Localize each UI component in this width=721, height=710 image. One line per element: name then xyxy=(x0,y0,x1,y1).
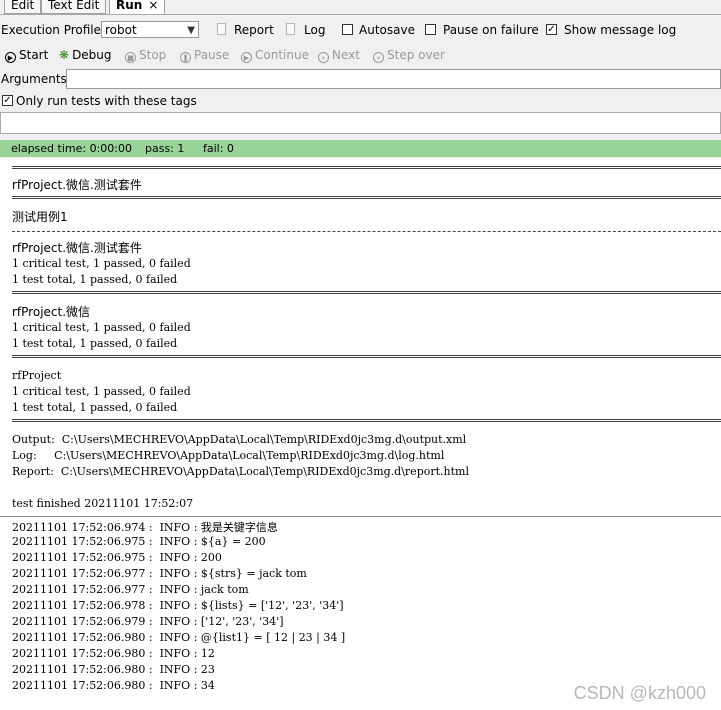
wx-critical: 1 critical test, 1 passed, 0 failed xyxy=(12,321,191,334)
output-path: Output: C:\Users\MECHREVO\AppData\Local\… xyxy=(12,433,467,446)
bug-icon: ❋ xyxy=(59,48,70,62)
log-line: 20211101 17:52:06.979 : INFO : ['12', '2… xyxy=(12,615,284,628)
run-options-toolbar: Execution Profile: robot ▼ Report Log Au… xyxy=(0,17,721,43)
suite-title: rfProject.微信.测试套件 xyxy=(12,178,142,192)
autosave-label: Autosave xyxy=(359,23,415,37)
project-critical: 1 critical test, 1 passed, 0 failed xyxy=(12,385,191,398)
project-name: rfProject xyxy=(12,369,62,382)
log-line: 20211101 17:52:06.980 : INFO : 23 xyxy=(12,663,215,676)
arguments-input[interactable] xyxy=(66,69,721,89)
chevron-down-icon: ▼ xyxy=(187,25,195,36)
run-status-bar: elapsed time: 0:00:00 pass: 1 fail: 0 xyxy=(0,140,721,157)
project-total: 1 test total, 1 passed, 0 failed xyxy=(12,401,178,414)
pause-button[interactable]: ❚ Pause xyxy=(180,48,229,63)
start-button[interactable]: ▶ Start xyxy=(5,48,48,63)
execution-profile-value: robot xyxy=(105,23,137,37)
separator xyxy=(12,166,721,169)
pass-count: pass: 1 xyxy=(145,142,185,155)
separator xyxy=(12,196,721,199)
pause-on-failure-label: Pause on failure xyxy=(443,23,539,37)
suite-critical: 1 critical test, 1 passed, 0 failed xyxy=(12,257,191,270)
only-tags-row: ✓ Only run tests with these tags xyxy=(0,93,721,109)
wx-suite-name: rfProject.微信 xyxy=(12,305,91,319)
play-icon: ▶ xyxy=(5,52,16,63)
log-doc-icon xyxy=(286,23,295,35)
watermark: CSDN @kzh000 xyxy=(573,683,706,703)
console-output[interactable]: rfProject.微信.测试套件 测试用例1 rfProject.微信.测试套… xyxy=(0,158,721,517)
separator xyxy=(12,419,721,422)
pause-icon: ❚ xyxy=(180,52,191,63)
continue-icon: ▶ xyxy=(241,52,252,63)
test-finished: test finished 20211101 17:52:07 xyxy=(12,497,194,510)
continue-button[interactable]: ▶ Continue xyxy=(241,48,309,63)
arguments-label: Arguments: xyxy=(1,72,71,86)
log-line: 20211101 17:52:06.977 : INFO : ${strs} =… xyxy=(12,567,307,580)
show-message-log-checkbox[interactable]: ✓ xyxy=(546,24,557,35)
pause-on-failure-checkbox[interactable] xyxy=(425,24,436,35)
report-button[interactable]: Report xyxy=(234,23,274,37)
tab-run[interactable]: Run × xyxy=(109,0,166,14)
tags-input[interactable] xyxy=(0,112,721,134)
log-line: 20211101 17:52:06.977 : INFO : jack tom xyxy=(12,583,249,596)
separator xyxy=(12,291,721,294)
log-path: Log: C:\Users\MECHREVO\AppData\Local\Tem… xyxy=(12,449,445,462)
wx-total: 1 test total, 1 passed, 0 failed xyxy=(12,337,178,350)
next-icon: » xyxy=(318,52,329,63)
log-line: 20211101 17:52:06.974 : INFO : 我是关键字信息 xyxy=(12,521,278,534)
log-line: 20211101 17:52:06.980 : INFO : 34 xyxy=(12,679,215,692)
show-message-log-label: Show message log xyxy=(564,23,677,37)
testcase-name: 测试用例1 xyxy=(12,210,68,224)
log-button[interactable]: Log xyxy=(304,23,325,37)
execution-profile-label: Execution Profile: xyxy=(1,23,106,37)
separator xyxy=(12,231,721,232)
log-line: 20211101 17:52:06.975 : INFO : ${a} = 20… xyxy=(12,535,266,548)
close-tab-icon[interactable]: × xyxy=(148,0,158,12)
only-run-tagged-label: Only run tests with these tags xyxy=(16,94,197,108)
run-controls-toolbar: ▶ Start ❋ Debug ■ Stop ❚ Pause ▶ Continue » Ne… xyxy=(0,44,721,66)
suite-total: 1 test total, 1 passed, 0 failed xyxy=(12,273,178,286)
stop-button[interactable]: ■ Stop xyxy=(125,48,166,63)
arguments-row: Arguments: xyxy=(0,68,721,90)
fail-count: fail: 0 xyxy=(203,142,234,155)
log-line: 20211101 17:52:06.980 : INFO : @{list1} … xyxy=(12,631,346,644)
elapsed-time: elapsed time: 0:00:00 xyxy=(11,142,132,155)
step-over-icon: » xyxy=(373,52,384,63)
message-log[interactable]: 20211101 17:52:06.974 : INFO : 我是关键字信息 2… xyxy=(0,517,721,710)
next-button[interactable]: » Next xyxy=(318,48,360,63)
separator xyxy=(12,355,721,358)
report-doc-icon xyxy=(217,23,226,35)
log-line: 20211101 17:52:06.975 : INFO : 200 xyxy=(12,551,222,564)
report-path: Report: C:\Users\MECHREVO\AppData\Local\… xyxy=(12,465,469,478)
autosave-checkbox[interactable] xyxy=(342,24,353,35)
stop-icon: ■ xyxy=(125,52,136,63)
execution-profile-select[interactable]: robot ▼ xyxy=(101,21,199,38)
debug-button[interactable]: ❋ Debug xyxy=(59,48,112,62)
tab-bar: Edit Text Edit Run × xyxy=(0,0,721,15)
tab-text-edit[interactable]: Text Edit xyxy=(41,0,107,14)
only-run-tagged-checkbox[interactable]: ✓ xyxy=(2,95,13,106)
log-line: 20211101 17:52:06.978 : INFO : ${lists} … xyxy=(12,599,344,612)
step-over-button[interactable]: » Step over xyxy=(373,48,445,63)
tab-edit[interactable]: Edit xyxy=(4,0,42,14)
suite-result-name: rfProject.微信.测试套件 xyxy=(12,241,142,255)
log-line: 20211101 17:52:06.980 : INFO : 12 xyxy=(12,647,215,660)
